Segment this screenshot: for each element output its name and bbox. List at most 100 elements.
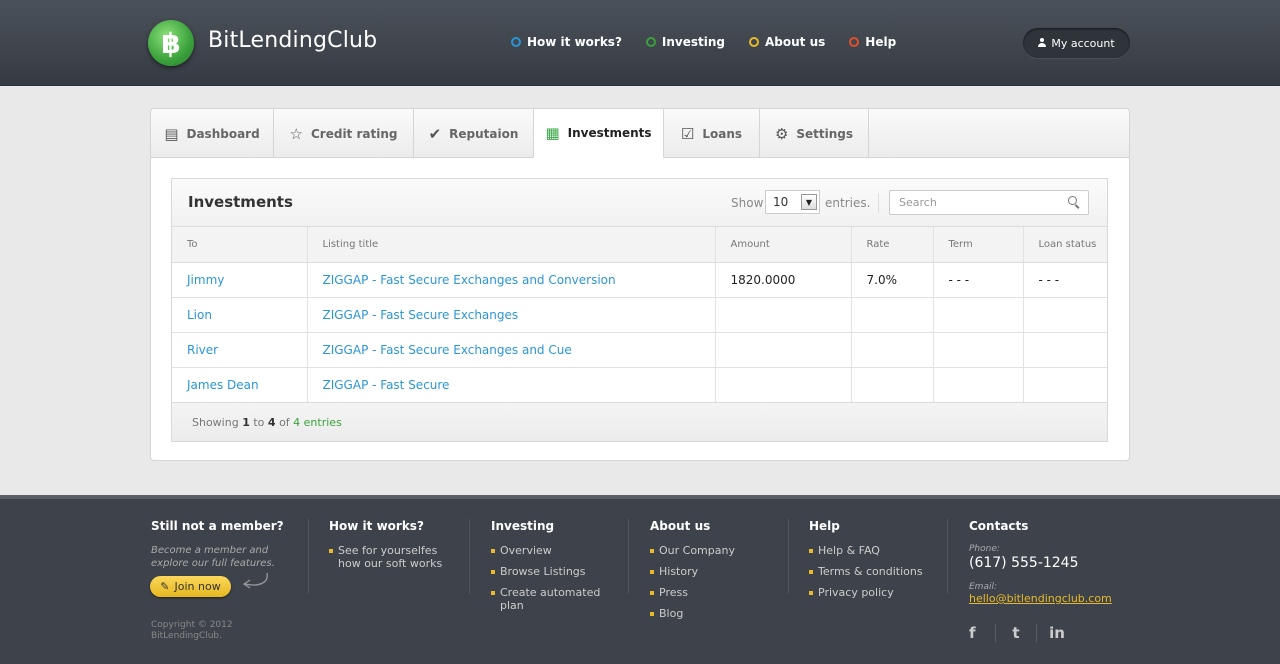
tab-investments[interactable]: ▦ Investments bbox=[534, 109, 664, 159]
footer-investing-list: Overview Browse Listings Create automate… bbox=[491, 544, 611, 612]
listing-link[interactable]: ZIGGAP - Fast Secure Exchanges and Conve… bbox=[323, 273, 616, 287]
footer-member-text: Become a member and explore our full fea… bbox=[151, 545, 275, 569]
my-account-button[interactable]: My account bbox=[1023, 28, 1130, 58]
search-input[interactable] bbox=[890, 191, 1060, 214]
footer-member: Still not a member? Become a member and … bbox=[151, 519, 284, 570]
curved-arrow-icon bbox=[242, 572, 268, 589]
divider bbox=[628, 519, 629, 594]
total-entries: 4 entries bbox=[293, 416, 342, 429]
tab-label: Credit rating bbox=[310, 126, 398, 141]
footer-link[interactable]: Terms & conditions bbox=[809, 565, 923, 578]
listing-link[interactable]: ZIGGAP - Fast Secure Exchanges bbox=[323, 308, 519, 322]
column-header-term[interactable]: Term bbox=[933, 227, 1024, 263]
cell-listing: ZIGGAP - Fast Secure Exchanges bbox=[307, 297, 716, 333]
column-header-amount[interactable]: Amount bbox=[715, 227, 852, 263]
table-row: River ZIGGAP - Fast Secure Exchanges and… bbox=[172, 332, 1107, 368]
cell-status: - - - bbox=[1023, 262, 1107, 298]
footer-how-list: See for yourselfes how our soft works bbox=[329, 544, 449, 570]
search-icon[interactable] bbox=[1068, 196, 1080, 208]
dashboard-icon: ▤ bbox=[164, 124, 179, 143]
circle-icon bbox=[849, 37, 860, 47]
circle-icon bbox=[511, 37, 521, 47]
table-header-row: To Listing title Amount Rate Term Loan s… bbox=[172, 227, 1107, 263]
investor-link[interactable]: James Dean bbox=[187, 378, 259, 392]
cell-listing: ZIGGAP - Fast Secure Exchanges and Cue bbox=[307, 332, 716, 368]
footer-link[interactable]: History bbox=[650, 565, 735, 578]
nav-help[interactable]: Help bbox=[849, 35, 896, 49]
footer-link[interactable]: Press bbox=[650, 586, 735, 599]
cell-to: James Dean bbox=[172, 367, 308, 403]
listing-link[interactable]: ZIGGAP - Fast Secure Exchanges and Cue bbox=[323, 343, 572, 357]
page-size-select[interactable]: 10 ▼ bbox=[765, 190, 820, 214]
facebook-icon[interactable]: f bbox=[969, 624, 981, 642]
footer-link[interactable]: Create automated plan bbox=[491, 586, 611, 612]
footer-how-title: How it works? bbox=[329, 519, 424, 533]
tab-settings[interactable]: ⚙ Settings bbox=[760, 109, 869, 158]
check-icon: ✔ bbox=[428, 124, 442, 143]
tab-credit-rating[interactable]: ☆ Credit rating bbox=[274, 109, 414, 158]
table-row: Lion ZIGGAP - Fast Secure Exchanges bbox=[172, 297, 1107, 333]
gear-icon: ⚙ bbox=[774, 124, 789, 143]
divider bbox=[469, 519, 470, 594]
cell-amount bbox=[715, 297, 852, 333]
nav-about-us[interactable]: About us bbox=[749, 35, 825, 49]
checkbox-icon: ☑ bbox=[680, 124, 695, 143]
search-field[interactable] bbox=[889, 190, 1089, 215]
footer-how: How it works? See for yourselfes how our… bbox=[329, 519, 449, 578]
tab-reputation[interactable]: ✔ Reputaion bbox=[414, 109, 534, 158]
divider bbox=[308, 519, 309, 594]
cell-term: - - - bbox=[933, 262, 1024, 298]
nav-how-it-works[interactable]: How it works? bbox=[511, 35, 622, 49]
showing-label: Showing bbox=[192, 416, 239, 429]
tab-dashboard[interactable]: ▤ Dashboard bbox=[151, 109, 274, 158]
logo-icon[interactable]: ฿ bbox=[148, 20, 194, 66]
cell-term bbox=[933, 297, 1024, 333]
dropdown-arrow-icon[interactable]: ▼ bbox=[801, 194, 817, 210]
investor-link[interactable]: Jimmy bbox=[187, 273, 224, 287]
document-icon: ▦ bbox=[545, 124, 560, 142]
divider bbox=[947, 519, 948, 594]
footer-link[interactable]: Overview bbox=[491, 544, 611, 557]
tab-loans[interactable]: ☑ Loans bbox=[664, 109, 760, 158]
investor-link[interactable]: River bbox=[187, 343, 218, 357]
cell-rate bbox=[851, 367, 934, 403]
investor-link[interactable]: Lion bbox=[187, 308, 212, 322]
column-header-loan-status[interactable]: Loan status bbox=[1023, 227, 1107, 263]
nav-investing[interactable]: Investing bbox=[645, 35, 725, 49]
footer-link[interactable]: Blog bbox=[650, 607, 735, 620]
pencil-icon: ✎ bbox=[160, 580, 170, 593]
footer-link[interactable]: Our Company bbox=[650, 544, 735, 557]
investments-table-box: Investments Show 10 ▼ entries. To Listin… bbox=[171, 178, 1108, 442]
cell-amount: 1820.0000 bbox=[715, 262, 852, 298]
listing-link[interactable]: ZIGGAP - Fast Secure bbox=[323, 378, 450, 392]
linkedin-icon[interactable]: in bbox=[1037, 624, 1077, 642]
cell-to: River bbox=[172, 332, 308, 368]
cell-rate bbox=[851, 297, 934, 333]
page-size-value: 10 bbox=[773, 195, 789, 209]
divider bbox=[788, 519, 789, 594]
table-toolbar: Investments Show 10 ▼ entries. bbox=[172, 179, 1107, 227]
cell-status bbox=[1023, 367, 1107, 403]
footer-link[interactable]: See for yourselfes how our soft works bbox=[329, 544, 449, 570]
footer-link[interactable]: Help & FAQ bbox=[809, 544, 923, 557]
footer-about: About us Our Company History Press Blog bbox=[650, 519, 735, 628]
footer-link[interactable]: Browse Listings bbox=[491, 565, 611, 578]
column-header-rate[interactable]: Rate bbox=[851, 227, 934, 263]
footer-link[interactable]: Privacy policy bbox=[809, 586, 923, 599]
site-footer: Still not a member? Become a member and … bbox=[0, 495, 1280, 664]
table-info: Showing 1 to 4 of 4 entries bbox=[172, 402, 1107, 441]
column-header-to[interactable]: To bbox=[172, 227, 308, 263]
email-link[interactable]: hello@bitlendingclub.com bbox=[969, 592, 1112, 605]
phone-label: Phone: bbox=[969, 544, 1000, 554]
column-header-listing-title[interactable]: Listing title bbox=[307, 227, 716, 263]
star-icon: ☆ bbox=[289, 124, 303, 143]
footer-about-title: About us bbox=[650, 519, 711, 533]
tab-label: Loans bbox=[702, 126, 743, 141]
site-header: ฿ BitLendingClub How it works? Investing… bbox=[0, 0, 1280, 86]
twitter-icon[interactable]: t bbox=[996, 624, 1036, 642]
join-now-button[interactable]: ✎ Join now bbox=[150, 576, 231, 597]
cell-listing: ZIGGAP - Fast Secure bbox=[307, 367, 716, 403]
brand-name[interactable]: BitLendingClub bbox=[208, 28, 377, 53]
email-label: Email: bbox=[969, 582, 998, 592]
cell-rate bbox=[851, 332, 934, 368]
